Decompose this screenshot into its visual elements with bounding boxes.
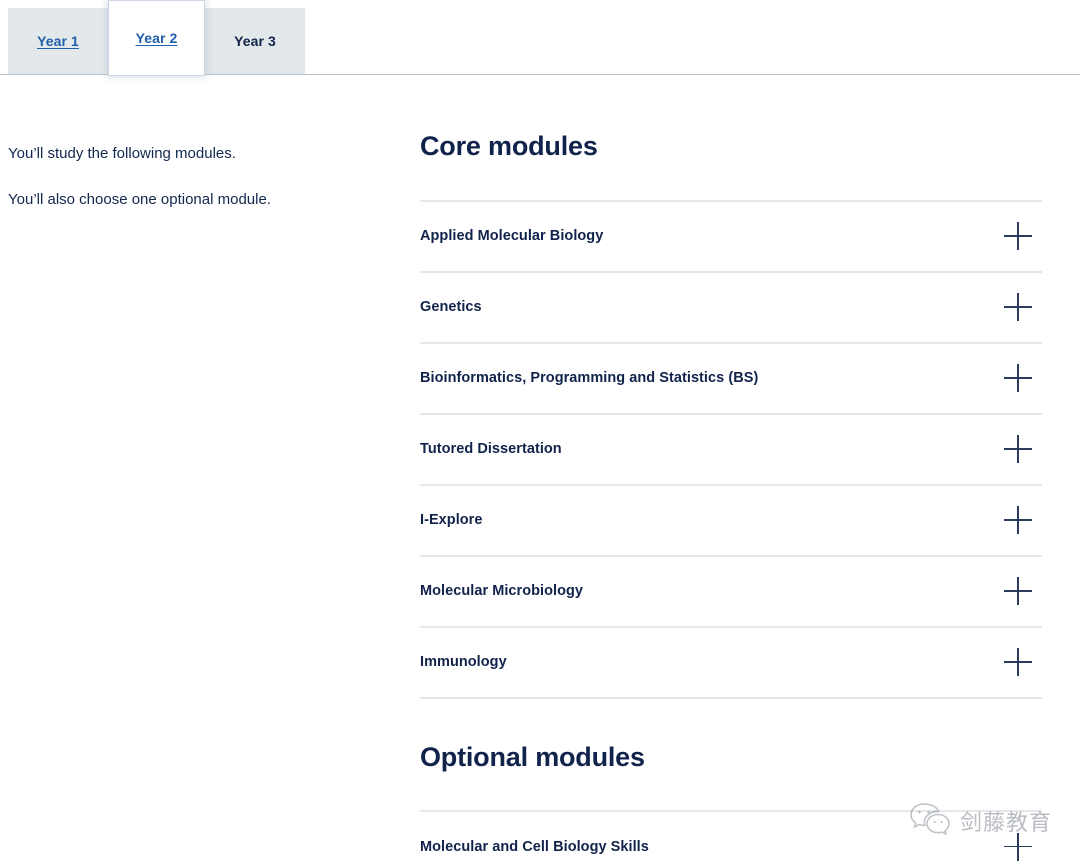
intro-text: You’ll study the following modules. You’…	[8, 143, 338, 211]
module-row[interactable]: Molecular Microbiology	[420, 557, 1042, 626]
section-spacer	[420, 699, 1042, 743]
module-label: Genetics	[420, 299, 482, 315]
module-label: Molecular and Cell Biology Skills	[420, 839, 649, 855]
module-row[interactable]: I-Explore	[420, 486, 1042, 555]
tab-year-1[interactable]: Year 1	[8, 8, 108, 74]
tab-year-2-label[interactable]: Year 2	[136, 30, 178, 46]
tab-year-3[interactable]: Year 3	[205, 8, 305, 74]
plus-icon[interactable]	[1004, 577, 1032, 605]
course-modules-panel: Year 1 Year 2 Year 3 You’ll study the fo…	[0, 0, 1080, 866]
section-title: Optional modules	[420, 743, 1042, 773]
plus-icon[interactable]	[1004, 222, 1032, 250]
tab-year-1-label[interactable]: Year 1	[37, 33, 79, 49]
section-title: Core modules	[420, 132, 1042, 162]
plus-icon[interactable]	[1004, 648, 1032, 676]
modules-accordion: Core modules Applied Molecular Biology Gen…	[420, 132, 1042, 866]
module-row[interactable]: Immunology	[420, 628, 1042, 697]
module-label: Immunology	[420, 654, 507, 670]
module-label: I-Explore	[420, 512, 483, 528]
module-label: Molecular Microbiology	[420, 583, 583, 599]
plus-icon[interactable]	[1004, 293, 1032, 321]
plus-icon[interactable]	[1004, 435, 1032, 463]
module-row[interactable]: Applied Molecular Biology	[420, 202, 1042, 271]
module-label: Applied Molecular Biology	[420, 228, 603, 244]
module-row[interactable]: Molecular and Cell Biology Skills	[420, 812, 1042, 866]
intro-line-1: You’ll study the following modules.	[8, 143, 338, 165]
tab-year-3-label[interactable]: Year 3	[234, 33, 276, 49]
plus-icon[interactable]	[1004, 364, 1032, 392]
year-tabs-region: Year 1 Year 2 Year 3	[0, 0, 1080, 80]
tab-year-2[interactable]: Year 2	[108, 0, 205, 76]
module-row[interactable]: Bioinformatics, Programming and Statisti…	[420, 344, 1042, 413]
module-row[interactable]: Genetics	[420, 273, 1042, 342]
module-label: Tutored Dissertation	[420, 441, 562, 457]
intro-line-2: You’ll also choose one optional module.	[8, 189, 338, 211]
module-row[interactable]: Tutored Dissertation	[420, 415, 1042, 484]
plus-icon[interactable]	[1004, 833, 1032, 861]
year-tablist: Year 1 Year 2 Year 3	[8, 8, 305, 76]
module-label: Bioinformatics, Programming and Statisti…	[420, 370, 758, 386]
plus-icon[interactable]	[1004, 506, 1032, 534]
